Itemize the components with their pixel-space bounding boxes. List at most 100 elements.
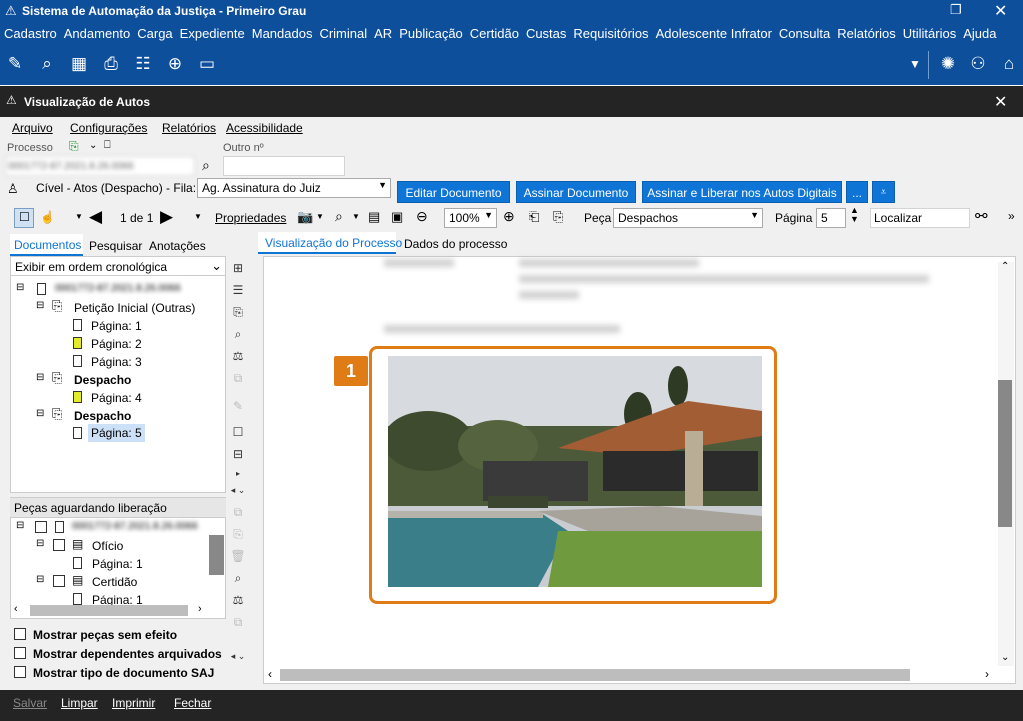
camera-icon[interactable]: 📷: [297, 209, 313, 225]
collapse-icon[interactable]: ⊟: [36, 574, 44, 585]
tree-root-label[interactable]: 0001772-87.2021.8.26.0066: [55, 283, 181, 294]
pending-vscroll-thumb[interactable]: [209, 535, 224, 575]
collapse-icon[interactable]: ⊟: [16, 520, 24, 531]
fila-select[interactable]: Ag. Assinatura do Juiz ▼: [197, 178, 391, 198]
stamp-tool-icon[interactable]: ⚖: [230, 348, 246, 364]
previous-page-icon[interactable]: ◀: [89, 207, 102, 227]
menu-configuracoes[interactable]: Configurações: [70, 121, 147, 135]
pending-item[interactable]: Certidão: [92, 575, 137, 589]
chevron-down-icon[interactable]: ▼: [194, 212, 202, 221]
sign-tool-icon[interactable]: ⎘: [230, 526, 246, 542]
tree-item[interactable]: Página: 1: [91, 319, 142, 333]
order-select[interactable]: Exibir em ordem cronológica ⌄: [11, 258, 225, 276]
filter-dropdown-button[interactable]: ⩡: [872, 181, 895, 203]
menu-publicacao[interactable]: Publicação: [395, 23, 466, 41]
menu-relatorios[interactable]: Relatórios: [833, 23, 899, 41]
copy-tool-icon[interactable]: ⧉: [230, 614, 246, 630]
hierarchy-tool-icon[interactable]: ⊟: [230, 446, 246, 462]
viewer-vscroll-thumb[interactable]: [998, 380, 1012, 527]
checkbox-dependentes-arquivados[interactable]: [14, 647, 26, 659]
scroll-right-icon[interactable]: ›: [198, 603, 202, 615]
tree-item[interactable]: Página: 4: [91, 391, 142, 405]
loading-icon[interactable]: ✺: [937, 53, 959, 75]
pending-item[interactable]: Página: 1: [92, 557, 143, 571]
tree-item-selected[interactable]: Página: 5: [88, 424, 145, 442]
zoom-out-icon[interactable]: ⊖: [416, 208, 428, 225]
list-tool-icon[interactable]: ☰: [230, 282, 246, 298]
viewer-hscroll-thumb[interactable]: [280, 669, 910, 681]
checkbox-pecas-sem-efeito[interactable]: [14, 628, 26, 640]
scroll-down-icon[interactable]: ⌄: [1001, 652, 1009, 663]
menu-consulta[interactable]: Consulta: [775, 23, 833, 41]
more-button[interactable]: ...: [846, 181, 868, 203]
peca-select[interactable]: Despachos ▼: [613, 208, 763, 228]
search-tool-icon[interactable]: ⌕: [230, 326, 246, 342]
tree-item[interactable]: Página: 2: [91, 337, 142, 351]
note-tool-icon[interactable]: ☐: [230, 424, 246, 440]
pending-root-label[interactable]: 0001772-87.2021.8.26.0066: [72, 521, 208, 532]
menu-cadastro[interactable]: Cadastro: [0, 23, 60, 41]
menu-expediente[interactable]: Expediente: [176, 23, 248, 41]
search-document-icon[interactable]: ⌕: [36, 53, 58, 75]
menu-relatorios-inner[interactable]: Relatórios: [162, 121, 216, 135]
tree-tool-icon[interactable]: ⊞: [230, 260, 246, 276]
close-app-icon[interactable]: ✕: [994, 1, 1007, 21]
menu-ajuda[interactable]: Ajuda: [959, 23, 999, 41]
hierarchy-icon[interactable]: ☷: [132, 53, 154, 75]
tab-documentos[interactable]: Documentos: [10, 236, 85, 254]
menu-andamento[interactable]: Andamento: [60, 23, 134, 41]
edit-icon[interactable]: ✎: [4, 53, 26, 75]
rotate-right-icon[interactable]: ⎘: [553, 209, 563, 225]
stamp-tool-icon[interactable]: ⚖: [230, 592, 246, 608]
assinar-liberar-button[interactable]: Assinar e Liberar nos Autos Digitais: [642, 181, 842, 203]
chevron-down-icon[interactable]: ▼: [316, 212, 324, 221]
collapse-icon[interactable]: ⊟: [36, 538, 44, 549]
pending-item[interactable]: Ofício: [92, 539, 123, 553]
collapse-icon[interactable]: ⊟: [36, 300, 44, 311]
copy-tool-icon[interactable]: ⧉: [230, 504, 246, 520]
editar-documento-button[interactable]: Editar Documento: [397, 181, 510, 203]
home-icon[interactable]: ⌂: [998, 53, 1020, 75]
scroll-up-icon[interactable]: ⌃: [1001, 261, 1009, 272]
outro-numero-input[interactable]: [223, 156, 345, 176]
search-tool-icon[interactable]: ⌕: [230, 570, 246, 586]
pending-item-checkbox[interactable]: [53, 575, 65, 587]
pagina-input[interactable]: 5: [816, 208, 846, 228]
tree-item[interactable]: Despacho: [74, 409, 131, 423]
printer-icon[interactable]: ⎙: [100, 53, 122, 75]
assinar-documento-button[interactable]: Assinar Documento: [516, 181, 636, 203]
menu-mandados[interactable]: Mandados: [248, 23, 316, 41]
menu-certidao[interactable]: Certidão: [466, 23, 522, 41]
collapse-icon[interactable]: ⊟: [36, 408, 44, 419]
chevron-right-icon[interactable]: ▸: [230, 466, 246, 482]
menu-custas[interactable]: Custas: [522, 23, 569, 41]
document-add-icon[interactable]: ⎘: [69, 139, 79, 154]
limpar-button[interactable]: Limpar: [61, 696, 98, 710]
next-page-icon[interactable]: ▶: [160, 207, 173, 227]
fit-width-icon[interactable]: ▤: [368, 209, 380, 225]
zoom-icon[interactable]: ⌕: [335, 208, 343, 225]
menu-carga[interactable]: Carga: [133, 23, 175, 41]
pending-root-checkbox[interactable]: [35, 521, 47, 533]
add-document-icon[interactable]: ⊕: [164, 53, 186, 75]
menu-adolescente-infrator[interactable]: Adolescente Infrator: [652, 23, 775, 41]
imprimir-button[interactable]: Imprimir: [112, 696, 155, 710]
menu-acessibilidade[interactable]: Acessibilidade: [226, 121, 303, 135]
copy-tool-icon[interactable]: ⧉: [230, 370, 246, 386]
chevron-down-icon[interactable]: ▼: [352, 212, 360, 221]
checkbox-tipo-documento[interactable]: [14, 666, 26, 678]
search-icon[interactable]: ⌕: [202, 157, 210, 174]
collapse-icon[interactable]: ⊟: [16, 282, 24, 293]
binoculars-icon[interactable]: ⚯: [975, 207, 988, 225]
localizar-input[interactable]: Localizar: [870, 208, 970, 228]
pending-item-checkbox[interactable]: [53, 539, 65, 551]
hand-icon[interactable]: ☝: [40, 210, 55, 224]
menu-ar[interactable]: AR: [370, 23, 395, 41]
scroll-right-icon[interactable]: ›: [985, 667, 989, 681]
scroll-arrows-icon[interactable]: ◂ ⌄: [230, 482, 246, 498]
chevron-down-icon[interactable]: ▼: [75, 212, 83, 221]
calendar-icon[interactable]: ▦: [68, 53, 90, 75]
restore-window-icon[interactable]: ❐: [950, 2, 962, 18]
stepper-icon[interactable]: ▲ ▼: [850, 206, 859, 224]
trash-tool-icon[interactable]: 🗑: [230, 548, 246, 564]
